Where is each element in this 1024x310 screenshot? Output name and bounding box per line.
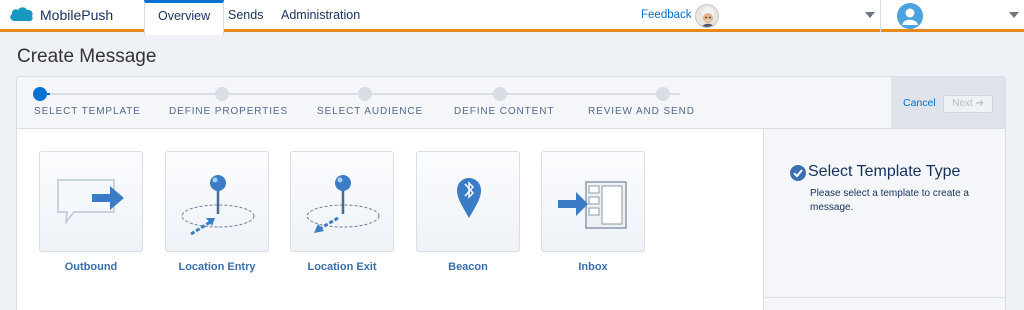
account-chevron-down-icon[interactable]	[1009, 12, 1019, 18]
feedback-link[interactable]: Feedback	[641, 9, 692, 21]
tab-overview[interactable]: Overview	[144, 0, 225, 35]
tab-sends[interactable]: Sends	[228, 0, 263, 32]
wizard-progress: SELECT TEMPLATE DEFINE PROPERTIES SELECT…	[17, 77, 891, 129]
cancel-button[interactable]: Cancel	[903, 97, 936, 109]
template-label-location-entry[interactable]: Location Entry	[152, 261, 282, 273]
step-label-define-content: DEFINE CONTENT	[454, 106, 555, 117]
global-header: MobilePush Overview Sends Administration…	[0, 0, 1024, 35]
step-dot-select-audience[interactable]	[358, 87, 372, 101]
step-label-define-properties: DEFINE PROPERTIES	[169, 106, 289, 117]
location-entry-icon	[181, 175, 255, 236]
template-label-location-exit[interactable]: Location Exit	[277, 261, 407, 273]
template-card-location-entry[interactable]	[165, 151, 269, 252]
create-message-panel: SELECT TEMPLATE DEFINE PROPERTIES SELECT…	[16, 76, 1006, 310]
template-label-outbound[interactable]: Outbound	[26, 261, 156, 273]
check-circle-icon	[790, 165, 806, 181]
wizard-actions: Cancel Next ➔	[891, 77, 1005, 129]
template-label-beacon[interactable]: Beacon	[403, 261, 533, 273]
step-label-select-template: SELECT TEMPLATE	[34, 106, 141, 117]
side-panel-divider	[764, 297, 1005, 298]
app-name: MobilePush	[40, 6, 114, 23]
user-avatar-icon[interactable]	[897, 3, 923, 29]
step-dot-select-template[interactable]	[33, 87, 47, 101]
einstein-avatar-icon[interactable]	[695, 4, 719, 28]
step-dot-define-properties[interactable]	[215, 87, 229, 101]
side-panel-description: Please select a template to create a mes…	[810, 188, 969, 213]
template-card-inbox[interactable]	[541, 151, 645, 252]
side-panel-title: Select Template Type	[808, 163, 961, 180]
beacon-icon	[457, 178, 481, 218]
page-title: Create Message	[17, 46, 157, 67]
salesforce-cloud-icon	[10, 7, 33, 22]
tab-administration[interactable]: Administration	[281, 0, 360, 32]
step-label-review-and-send: REVIEW AND SEND	[588, 106, 695, 117]
step-dot-review-and-send[interactable]	[656, 87, 670, 101]
template-label-inbox[interactable]: Inbox	[528, 261, 658, 273]
inbox-icon	[558, 181, 627, 229]
step-label-select-audience: SELECT AUDIENCE	[317, 106, 424, 117]
template-card-beacon[interactable]	[416, 151, 520, 252]
header-divider	[880, 0, 881, 32]
next-button[interactable]: Next ➔	[943, 95, 993, 113]
template-info-panel: Select Template Type Please select a tem…	[763, 129, 1005, 310]
outbound-icon	[57, 179, 124, 225]
app-brand[interactable]: MobilePush	[8, 5, 113, 24]
template-card-location-exit[interactable]	[290, 151, 394, 252]
step-dot-define-content[interactable]	[493, 87, 507, 101]
template-card-outbound[interactable]	[39, 151, 143, 252]
location-exit-icon	[306, 175, 380, 233]
user-menu-chevron-down-icon[interactable]	[865, 12, 875, 18]
